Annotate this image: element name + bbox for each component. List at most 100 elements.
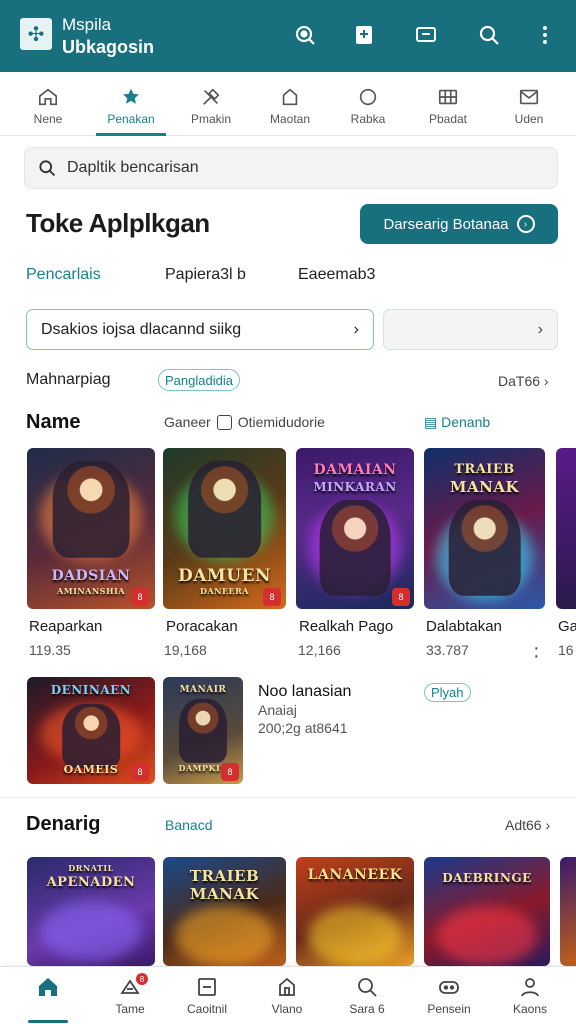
tab-label: Penakan [107, 112, 155, 126]
game-downloads: 19,168 [164, 642, 207, 658]
more-options-icon[interactable]: · · [533, 638, 540, 666]
home-icon [38, 88, 58, 106]
cover-subtitle: DRNATIL [68, 863, 114, 873]
game-name: Realkah Pago [299, 618, 394, 635]
game-cover-image: DADSIAN AMINANSHIA 8 [27, 448, 155, 609]
game-downloads: 119.35 [29, 642, 71, 658]
bottom-navigation: 8 Tame Caoitnil Vlano Sara 6 Pensein Kao… [0, 966, 576, 1024]
tab-label: Pmakin [190, 112, 231, 126]
cover-title: DADSIAN [51, 568, 131, 584]
nav-label: Caoitnil [186, 1002, 228, 1016]
nav-caoitnil[interactable]: Caoitnil [167, 975, 247, 1016]
section-link[interactable]: ▤ Denanb [424, 414, 490, 431]
arrow-circle-icon: › [516, 215, 535, 233]
featured-subtitle: Anaiaj [258, 702, 297, 718]
game-cover-image: LANANEEK [296, 857, 414, 966]
hero-figure [52, 460, 130, 558]
hero-figure [319, 499, 391, 597]
subtab-papiera[interactable]: Papiera3l b [165, 266, 246, 284]
featured-title: Noo lanasian [258, 683, 352, 700]
nav-tame[interactable]: 8 Tame [90, 973, 170, 1016]
play-chip[interactable]: Plyah [424, 683, 471, 702]
search-icon [358, 978, 377, 997]
tab-maotan[interactable]: Maotan [255, 72, 325, 136]
game-cover-image: DRNATIL APENADEN [27, 857, 155, 966]
game-cover-image: DAEBRINGE [424, 857, 550, 966]
tab-penakan[interactable]: Penakan [96, 72, 166, 136]
nav-vlano[interactable]: Vlano [247, 975, 327, 1016]
person-icon [521, 978, 539, 997]
search-target-icon[interactable] [292, 22, 318, 48]
game-name: Dalabtakan [426, 618, 502, 635]
game-name: Ga [558, 618, 576, 635]
search-icon[interactable] [476, 22, 502, 48]
tab-uden[interactable]: Uden [494, 72, 564, 136]
gamepad-icon [439, 981, 459, 994]
primary-action-label: Darsearig Botanaa [383, 215, 509, 233]
featured-count: 200;2g at8641 [258, 720, 348, 736]
checkbox[interactable] [216, 414, 232, 430]
game-cover-image: MANAIR DAMPKIB 8 [163, 677, 243, 784]
section-link[interactable]: Banacd [165, 817, 212, 833]
see-all-link[interactable]: DaT66 › [498, 373, 549, 389]
tab-label: Nene [33, 112, 63, 126]
game-downloads: 33.787 [426, 642, 469, 658]
filter-chip[interactable]: Pangladidia [158, 369, 240, 391]
nav-label: Sara 6 [349, 1002, 385, 1016]
section-title-name: Name [26, 411, 81, 433]
cover-title: TRAIEB [454, 462, 515, 477]
more-vert-icon[interactable] [532, 22, 558, 48]
active-nav-indicator [28, 1020, 68, 1023]
house-icon [279, 977, 295, 996]
nav-label: Vlano [271, 1002, 303, 1016]
bookmark-icon[interactable] [351, 22, 377, 48]
tab-pbadat[interactable]: Pbadat [413, 72, 483, 136]
home-icon [39, 978, 57, 996]
app-bar: ✣ Mspila Ubkagosin [0, 0, 576, 72]
nav-label: Tame [115, 1002, 145, 1016]
cover-title: APENADEN [46, 875, 136, 890]
hero-figure [187, 460, 262, 558]
section-meta-label: Ganeer [164, 414, 211, 430]
rating-badge: 8 [131, 763, 149, 781]
hero-figure [448, 499, 521, 597]
cover-title: DENINAEN [50, 683, 132, 697]
nav-home[interactable] [8, 975, 88, 1002]
mail-icon [519, 89, 539, 105]
filter-dropdown-secondary[interactable]: › [383, 309, 558, 350]
nav-sara[interactable]: Sara 6 [327, 975, 407, 1016]
rating-badge: 8 [131, 588, 149, 606]
tab-pmakin[interactable]: Pmakin [176, 72, 246, 136]
puzzle-logo-icon[interactable]: ✣ [20, 18, 52, 50]
tab-label: Rabka [350, 112, 386, 126]
search-input[interactable] [67, 159, 527, 177]
game-downloads: 16 [558, 642, 574, 658]
primary-action-button[interactable]: Darsearig Botanaa › [360, 204, 558, 244]
cover-title: TRAIEB MANAK [189, 867, 260, 903]
notification-badge: 8 [136, 973, 148, 985]
active-tab-indicator [96, 133, 166, 136]
filter-dropdown-primary[interactable]: Dsakios iojsa dlacannd siikg › [26, 309, 374, 350]
section-link-label: Denanb [441, 414, 491, 430]
game-cover-image: TRAIEB MANAK [163, 857, 286, 966]
see-all-link[interactable]: Adt66 › [505, 817, 550, 833]
section-meta: Ganeer Otiemidudorie [164, 414, 325, 430]
filter-dropdown-value: Dsakios iojsa dlacannd siikg [41, 320, 242, 338]
subtab-pencarlais[interactable]: Pencarlais [26, 266, 101, 284]
filter-label: Mahnarpiag [26, 371, 111, 388]
search-bar[interactable] [24, 147, 558, 189]
nav-pensein[interactable]: Pensein [409, 975, 489, 1016]
cast-icon[interactable] [413, 22, 439, 48]
nav-kaons[interactable]: Kaons [490, 975, 570, 1016]
tab-home[interactable]: Nene [13, 72, 83, 136]
rating-badge: 8 [221, 763, 239, 781]
page-title: Toke Aplplkgan [26, 208, 210, 238]
tab-rabka[interactable]: Rabka [333, 72, 403, 136]
tab-label: Uden [514, 112, 544, 126]
tools-icon [203, 88, 220, 105]
game-cover-image: DENINAEN OAMEIS 8 [27, 677, 155, 784]
game-cover-image: DAMUEN DANEERA 8 [163, 448, 286, 609]
nav-label: Pensein [427, 1002, 471, 1016]
section-title-denarig: Denarig [26, 813, 101, 835]
subtab-eaeemab[interactable]: Eaeemab3 [298, 266, 375, 284]
